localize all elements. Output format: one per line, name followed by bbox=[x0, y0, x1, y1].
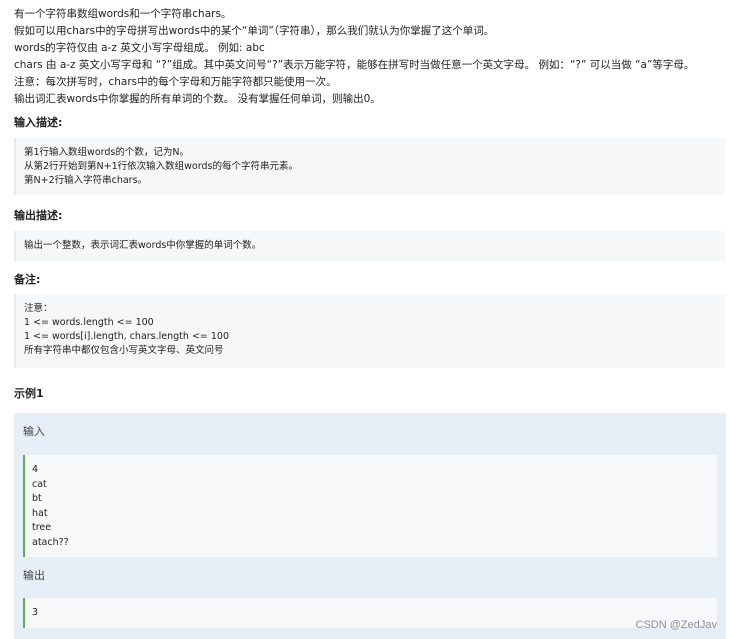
example-panel: 输入 4 cat bt hat tree atach?? 输出 3 bbox=[14, 413, 726, 639]
notes-block: 注意： 1 <= words.length <= 100 1 <= words[… bbox=[14, 294, 725, 368]
output-description-heading: 输出描述: bbox=[14, 209, 63, 222]
example-input-line: hat bbox=[32, 507, 48, 519]
example-input-line: 4 bbox=[32, 464, 39, 475]
notes-line: 注意： bbox=[24, 303, 53, 314]
example-input-line: cat bbox=[32, 478, 47, 490]
notes-line: 所有字符串中都仅包含小写英文字母、英文问号 bbox=[24, 345, 224, 356]
notes-heading: 备注: bbox=[14, 273, 41, 286]
example-input-line: tree bbox=[32, 522, 52, 533]
example-heading: 示例1 bbox=[14, 387, 44, 400]
input-description-line: 第N+2行输入字符串chars。 bbox=[24, 175, 148, 186]
problem-description: 有一个字符串数组words和一个字符串chars。 假如可以用chars中的字母… bbox=[14, 6, 726, 108]
output-description-line: 输出一个整数，表示词汇表words中你掌握的单词个数。 bbox=[24, 240, 262, 251]
example-input-line: atach?? bbox=[32, 536, 69, 548]
example-input-box: 4 cat bt hat tree atach?? bbox=[23, 455, 717, 557]
example-output-label: 输出 bbox=[23, 569, 45, 582]
description-line: 注意：每次拼写时，chars中的每个字母和万能字符都只能使用一次。 bbox=[14, 76, 337, 88]
description-line: 有一个字符串数组words和一个字符串chars。 bbox=[14, 8, 232, 20]
description-line: words的字符仅由 a-z 英文小写字母组成。 例如: abc bbox=[14, 42, 265, 54]
input-description-block: 第1行输入数组words的个数，记为N。 从第2行开始到第N+1行依次输入数组w… bbox=[14, 138, 725, 195]
csdn-watermark: CSDN @ZedJav bbox=[635, 619, 717, 631]
example-input-label: 输入 bbox=[23, 425, 45, 438]
input-description-line: 第1行输入数组words的个数，记为N。 bbox=[24, 147, 189, 158]
notes-line: 1 <= words[i].length, chars.length <= 10… bbox=[24, 331, 230, 342]
input-description-line: 从第2行开始到第N+1行依次输入数组words的每个字符串元素。 bbox=[24, 161, 298, 172]
example-output-box: 3 bbox=[23, 598, 717, 628]
description-line: chars 由 a-z 英文小写字母和 “?”组成。其中英文问号“?”表示万能字… bbox=[14, 59, 695, 71]
notes-line: 1 <= words.length <= 100 bbox=[24, 317, 154, 328]
input-description-heading: 输入描述: bbox=[14, 116, 63, 129]
output-description-block: 输出一个整数，表示词汇表words中你掌握的单词个数。 bbox=[14, 231, 725, 261]
example-input-line: bt bbox=[32, 493, 42, 504]
description-line: 输出词汇表words中你掌握的所有单词的个数。 没有掌握任何单词，则输出0。 bbox=[14, 93, 381, 105]
example-output-line: 3 bbox=[32, 607, 39, 618]
description-line: 假如可以用chars中的字母拼写出words中的某个“单词”（字符串），那么我们… bbox=[14, 25, 495, 37]
